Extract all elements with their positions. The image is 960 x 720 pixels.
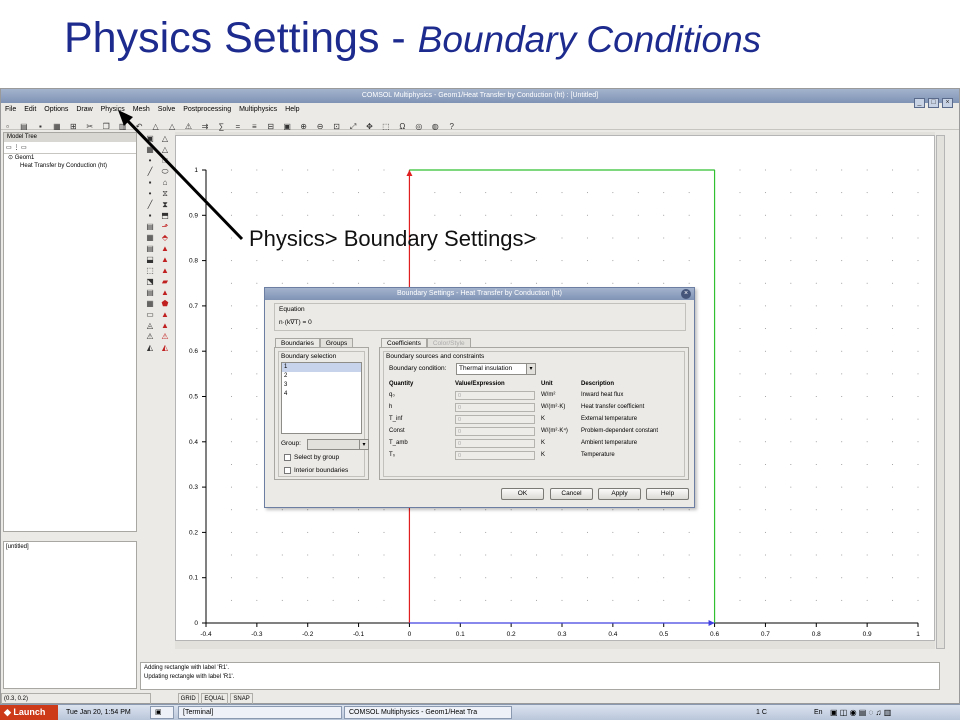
- interior-boundaries-checkbox[interactable]: Interior boundaries: [284, 467, 348, 474]
- quantity-cell: T₀: [389, 452, 396, 458]
- table-row: q₀ 0 W/m² Inward heat flux: [386, 389, 661, 401]
- quantity-cell: q₀: [389, 392, 395, 398]
- description-cell: Problem-dependent constant: [581, 428, 659, 434]
- cancel-button[interactable]: Cancel: [550, 488, 593, 500]
- unit-cell: K: [541, 440, 546, 446]
- list-item[interactable]: 3: [282, 381, 361, 390]
- boundary-settings-dialog: Boundary Settings - Heat Transfer by Con…: [264, 287, 695, 508]
- description-cell: External temperature: [581, 416, 638, 422]
- value-input[interactable]: 0: [455, 450, 535, 460]
- boundary-list[interactable]: 1 2 3 4: [281, 362, 362, 434]
- condition-label: Boundary condition:: [389, 365, 447, 372]
- group-select[interactable]: ▾: [307, 439, 369, 450]
- select-by-group-checkbox[interactable]: Select by group: [284, 454, 339, 461]
- equation-text: n·(k∇T) = 0: [279, 319, 312, 326]
- list-item[interactable]: 4: [282, 390, 361, 399]
- unit-cell: K: [541, 416, 546, 422]
- coefficients-table: Quantity Value/Expression Unit Descripti…: [386, 379, 661, 461]
- list-item[interactable]: 1: [282, 363, 361, 372]
- clock: Tue Jan 20, 1:54 PM: [66, 709, 131, 716]
- description-cell: Ambient temperature: [581, 440, 638, 446]
- chevron-down-icon: ▾: [359, 440, 368, 449]
- ok-button[interactable]: OK: [501, 488, 544, 500]
- header-quantity: Quantity: [389, 381, 414, 387]
- tray-icons: ▣ ◫ ◉ ▤ ◌ ♫ ▥: [830, 708, 892, 717]
- quantity-cell: T_amb: [389, 440, 408, 446]
- taskbar-item-terminal[interactable]: [Terminal]: [178, 706, 342, 719]
- table-header: Quantity Value/Expression Unit Descripti…: [386, 379, 661, 389]
- condition-select[interactable]: Thermal insulation ▾: [456, 363, 536, 375]
- chevron-down-icon: ▾: [526, 364, 535, 374]
- language-indicator[interactable]: En: [814, 705, 823, 720]
- help-button[interactable]: Help: [646, 488, 689, 500]
- equation-box: Equation n·(k∇T) = 0: [274, 303, 686, 331]
- table-row: T_amb 0 K Ambient temperature: [386, 437, 661, 449]
- description-cell: Temperature: [581, 452, 615, 458]
- quantity-cell: h: [389, 404, 393, 410]
- list-item[interactable]: 2: [282, 372, 361, 381]
- value-input[interactable]: 0: [455, 390, 535, 400]
- launch-icon: ◆: [4, 707, 14, 717]
- unit-cell: W/(m²·K): [541, 404, 566, 410]
- callout-text: Physics> Boundary Settings>: [249, 226, 537, 251]
- taskbar-item-comsol[interactable]: COMSOL Multiphysics - Geom1/Heat Tra: [344, 706, 512, 719]
- sources-group: Boundary sources and constraints Boundar…: [383, 351, 685, 477]
- apply-button[interactable]: Apply: [598, 488, 641, 500]
- table-row: T₀ 0 K Temperature: [386, 449, 661, 461]
- table-row: Const 0 W/(m²·K⁴) Problem-dependent constan…: [386, 425, 661, 437]
- value-input[interactable]: 0: [455, 402, 535, 412]
- unit-cell: W/m²: [541, 392, 556, 398]
- taskbar: ◆ Launch Tue Jan 20, 1:54 PM ▣ [Terminal…: [0, 704, 960, 720]
- table-row: h 0 W/(m²·K) Heat transfer coefficient: [386, 401, 661, 413]
- header-unit: Unit: [541, 381, 553, 387]
- dialog-title: Boundary Settings - Heat Transfer by Con…: [265, 288, 694, 300]
- value-input[interactable]: 0: [455, 414, 535, 424]
- desktop-icon[interactable]: ▣: [150, 706, 174, 719]
- value-input[interactable]: 0: [455, 426, 535, 436]
- group-label: Group:: [281, 440, 301, 447]
- unit-cell: W/(m²·K⁴): [541, 428, 568, 434]
- table-row: T_inf 0 K External temperature: [386, 413, 661, 425]
- quantity-cell: T_inf: [389, 416, 403, 422]
- description-cell: Inward heat flux: [581, 392, 624, 398]
- value-input[interactable]: 0: [455, 438, 535, 448]
- description-cell: Heat transfer coefficient: [581, 404, 645, 410]
- boundaries-panel: Boundary selection 1 2 3 4 Group: ▾ Sele…: [274, 347, 369, 480]
- equation-label: Equation: [279, 306, 305, 313]
- quantity-cell: Const: [389, 428, 405, 434]
- dialog-close-icon[interactable]: ×: [681, 289, 691, 299]
- boundary-selection-group: Boundary selection 1 2 3 4 Group: ▾ Sele…: [278, 351, 369, 477]
- workspace-indicator[interactable]: 1 C: [756, 705, 767, 720]
- sources-label: Boundary sources and constraints: [386, 353, 485, 360]
- unit-cell: K: [541, 452, 546, 458]
- launch-button[interactable]: ◆ Launch: [0, 705, 58, 720]
- boundary-selection-label: Boundary selection: [281, 353, 337, 360]
- header-value: Value/Expression: [455, 381, 505, 387]
- coefficients-panel: Boundary sources and constraints Boundar…: [379, 347, 689, 480]
- header-description: Description: [581, 381, 615, 387]
